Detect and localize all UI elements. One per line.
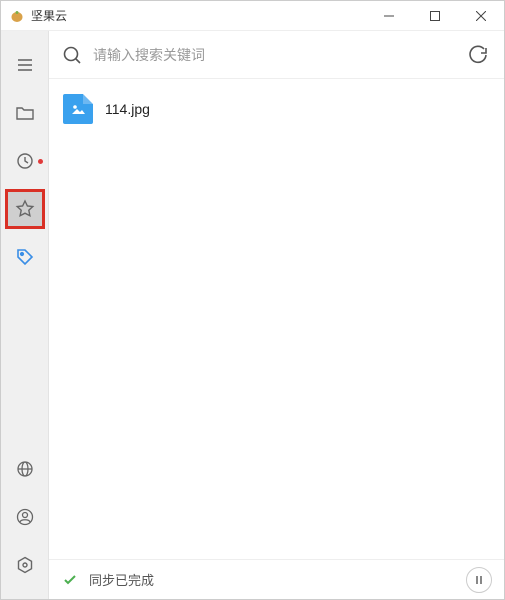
window-title: 坚果云 xyxy=(31,7,67,24)
status-text: 同步已完成 xyxy=(89,570,456,589)
star-icon xyxy=(15,199,35,219)
window-titlebar: 坚果云 xyxy=(1,1,504,31)
pause-button[interactable] xyxy=(466,567,492,593)
search-icon xyxy=(61,44,83,66)
globe-icon xyxy=(15,459,35,479)
file-name: 114.jpg xyxy=(105,101,150,117)
refresh-button[interactable] xyxy=(464,41,492,69)
content-area: 114.jpg 同步已完成 xyxy=(49,31,504,599)
status-bar: 同步已完成 xyxy=(49,559,504,599)
app-icon xyxy=(9,8,25,24)
search-input[interactable] xyxy=(93,47,454,63)
image-file-icon xyxy=(63,94,93,124)
maximize-button[interactable] xyxy=(412,1,458,31)
clock-icon xyxy=(15,151,35,171)
file-item[interactable]: 114.jpg xyxy=(63,89,490,129)
search-bar xyxy=(49,31,504,79)
sidebar-item-settings[interactable] xyxy=(5,545,45,585)
menu-icon xyxy=(15,55,35,75)
pause-icon xyxy=(474,575,484,585)
sidebar xyxy=(1,31,49,599)
sidebar-item-recent[interactable] xyxy=(5,141,45,181)
close-button[interactable] xyxy=(458,1,504,31)
sidebar-item-tag[interactable] xyxy=(5,237,45,277)
user-icon xyxy=(15,507,35,527)
minimize-button[interactable] xyxy=(366,1,412,31)
sidebar-item-web[interactable] xyxy=(5,449,45,489)
tag-icon xyxy=(15,247,35,267)
notification-dot xyxy=(38,159,43,164)
folder-icon xyxy=(15,103,35,123)
sidebar-item-starred[interactable] xyxy=(5,189,45,229)
sidebar-item-menu[interactable] xyxy=(5,45,45,85)
refresh-icon xyxy=(468,45,488,65)
sidebar-item-account[interactable] xyxy=(5,497,45,537)
check-icon xyxy=(61,571,79,589)
file-list: 114.jpg xyxy=(49,79,504,559)
settings-icon xyxy=(15,555,35,575)
sidebar-item-folder[interactable] xyxy=(5,93,45,133)
